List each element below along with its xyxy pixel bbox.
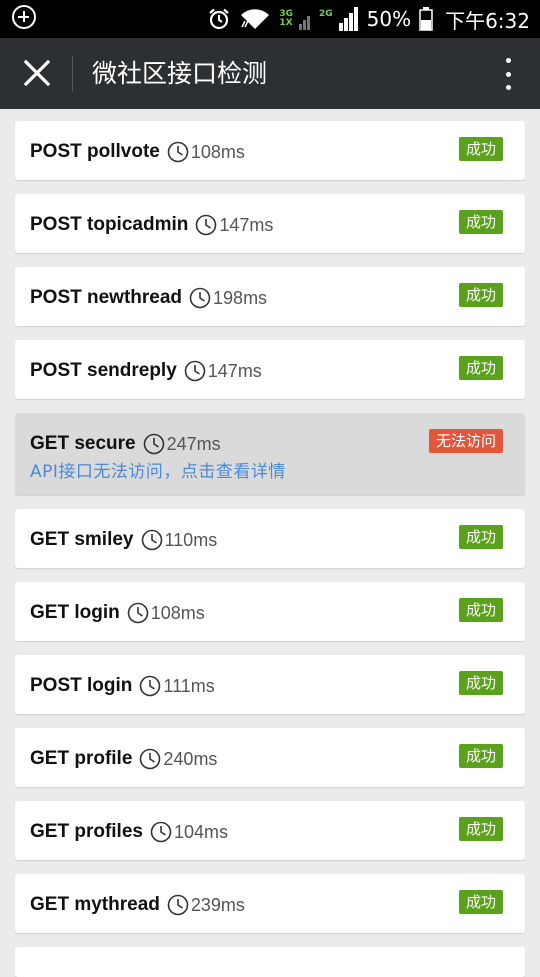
clock-icon bbox=[167, 141, 189, 163]
response-time: 104ms bbox=[173, 821, 228, 842]
api-check-row: POST topicadmin 147ms bbox=[30, 214, 273, 236]
status-right: 3G 1X 2G 50% 下午6:32 bbox=[207, 0, 530, 38]
response-time: 239ms bbox=[190, 894, 245, 915]
close-button[interactable] bbox=[20, 56, 54, 90]
more-options-button[interactable] bbox=[504, 58, 512, 90]
api-check-row: GET smiley 110ms bbox=[30, 529, 217, 551]
api-check-item[interactable]: POST sendreply 147ms 成功 bbox=[15, 340, 525, 399]
network-1x-label: 1X bbox=[279, 18, 293, 28]
endpoint-label: GET mythread bbox=[30, 894, 160, 915]
endpoint-label: POST pollvote bbox=[30, 141, 160, 162]
more-dot-icon bbox=[505, 85, 511, 90]
endpoint-label: GET profiles bbox=[30, 821, 143, 842]
network-type-labels: 3G 1X bbox=[279, 10, 293, 28]
alarm-icon bbox=[207, 7, 231, 31]
api-check-list: POST pollvote 108ms 成功 POST topicadmin 147ms… bbox=[15, 121, 525, 977]
status-badge: 成功 bbox=[458, 210, 503, 234]
api-check-item[interactable]: POST newthread 198ms 成功 bbox=[15, 267, 525, 326]
endpoint-label: POST login bbox=[30, 675, 133, 696]
status-badge: 成功 bbox=[458, 598, 503, 622]
api-check-item[interactable]: GET mythread 239ms 成功 bbox=[15, 874, 525, 933]
clock-icon bbox=[195, 214, 217, 236]
page-title: 微社区接口检测 bbox=[92, 59, 268, 88]
api-check-item[interactable]: POST login 111ms 成功 bbox=[15, 655, 525, 714]
endpoint-label: GET smiley bbox=[30, 529, 134, 550]
clock-icon bbox=[184, 360, 206, 382]
response-time: 108ms bbox=[190, 141, 245, 162]
status-badge: 成功 bbox=[458, 671, 503, 695]
add-circle-icon bbox=[12, 5, 36, 29]
api-check-item[interactable]: GET smiley 110ms 成功 bbox=[15, 509, 525, 568]
status-badge: 成功 bbox=[458, 890, 503, 914]
clock-icon bbox=[139, 748, 161, 770]
response-time: 147ms bbox=[219, 214, 274, 235]
response-time: 198ms bbox=[213, 287, 268, 308]
status-badge: 无法访问 bbox=[428, 429, 503, 453]
status-badge: 成功 bbox=[458, 744, 503, 768]
api-check-row: POST login 111ms bbox=[30, 675, 215, 697]
response-time: 110ms bbox=[164, 529, 218, 550]
more-dot-icon bbox=[505, 71, 511, 77]
api-check-item[interactable]: GET login 108ms 成功 bbox=[15, 582, 525, 641]
status-badge: 成功 bbox=[458, 356, 503, 380]
clock-icon bbox=[143, 433, 165, 455]
title-divider bbox=[72, 56, 73, 92]
close-icon bbox=[23, 59, 51, 87]
network-2g-wrap: 2G bbox=[319, 10, 333, 28]
endpoint-label: POST newthread bbox=[30, 287, 183, 308]
status-badge: 成功 bbox=[458, 283, 503, 307]
clock-icon bbox=[167, 894, 189, 916]
battery-percent: 50% bbox=[366, 7, 412, 31]
api-check-row: GET profiles 104ms bbox=[30, 821, 228, 843]
api-check-item[interactable]: GET profiles 104ms 成功 bbox=[15, 801, 525, 860]
clock-icon bbox=[141, 529, 163, 551]
clock-icon bbox=[139, 675, 161, 697]
api-check-row: GET login 108ms bbox=[30, 602, 205, 624]
status-badge: 成功 bbox=[458, 817, 503, 841]
more-dot-icon bbox=[505, 58, 511, 63]
endpoint-label: GET login bbox=[30, 602, 120, 623]
status-badge: 成功 bbox=[458, 137, 503, 161]
api-check-item-partial[interactable] bbox=[15, 947, 525, 977]
endpoint-label: POST sendreply bbox=[30, 360, 177, 381]
api-check-row: GET mythread 239ms bbox=[30, 894, 245, 916]
clock-icon bbox=[127, 602, 149, 624]
clock-icon bbox=[150, 821, 172, 843]
clock-icon bbox=[189, 287, 211, 309]
signal-strong-icon bbox=[338, 7, 359, 31]
response-time: 240ms bbox=[163, 748, 218, 769]
api-check-row: GET secure 247ms bbox=[30, 433, 221, 455]
battery-icon bbox=[419, 7, 433, 31]
api-check-row: POST sendreply 147ms bbox=[30, 360, 262, 382]
endpoint-label: GET profile bbox=[30, 748, 133, 769]
endpoint-label: GET secure bbox=[30, 433, 136, 454]
status-bar: 3G 1X 2G 50% 下午6:32 bbox=[0, 0, 540, 38]
api-check-row: POST pollvote 108ms bbox=[30, 141, 245, 163]
response-time: 108ms bbox=[150, 602, 205, 623]
title-bar: 微社区接口检测 bbox=[0, 38, 540, 109]
signal-weak-icon bbox=[298, 8, 311, 30]
api-check-item[interactable]: POST pollvote 108ms 成功 bbox=[15, 121, 525, 180]
status-badge: 成功 bbox=[458, 525, 503, 549]
endpoint-label: POST topicadmin bbox=[30, 214, 189, 235]
status-time: 下午6:32 bbox=[445, 8, 530, 33]
error-detail-link[interactable]: API接口无法访问，点击查看详情 bbox=[30, 457, 286, 482]
response-time: 247ms bbox=[166, 433, 221, 454]
api-check-row: POST newthread 198ms bbox=[30, 287, 267, 309]
api-check-item[interactable]: POST topicadmin 147ms 成功 bbox=[15, 194, 525, 253]
api-check-item[interactable]: GET secure 247ms 无法访问 API接口无法访问，点击查看详情 bbox=[15, 413, 525, 495]
response-time: 147ms bbox=[207, 360, 262, 381]
api-check-row: GET profile 240ms bbox=[30, 748, 217, 770]
wifi-icon bbox=[239, 7, 271, 31]
api-check-item[interactable]: GET profile 240ms 成功 bbox=[15, 728, 525, 787]
response-time: 111ms bbox=[163, 675, 215, 696]
